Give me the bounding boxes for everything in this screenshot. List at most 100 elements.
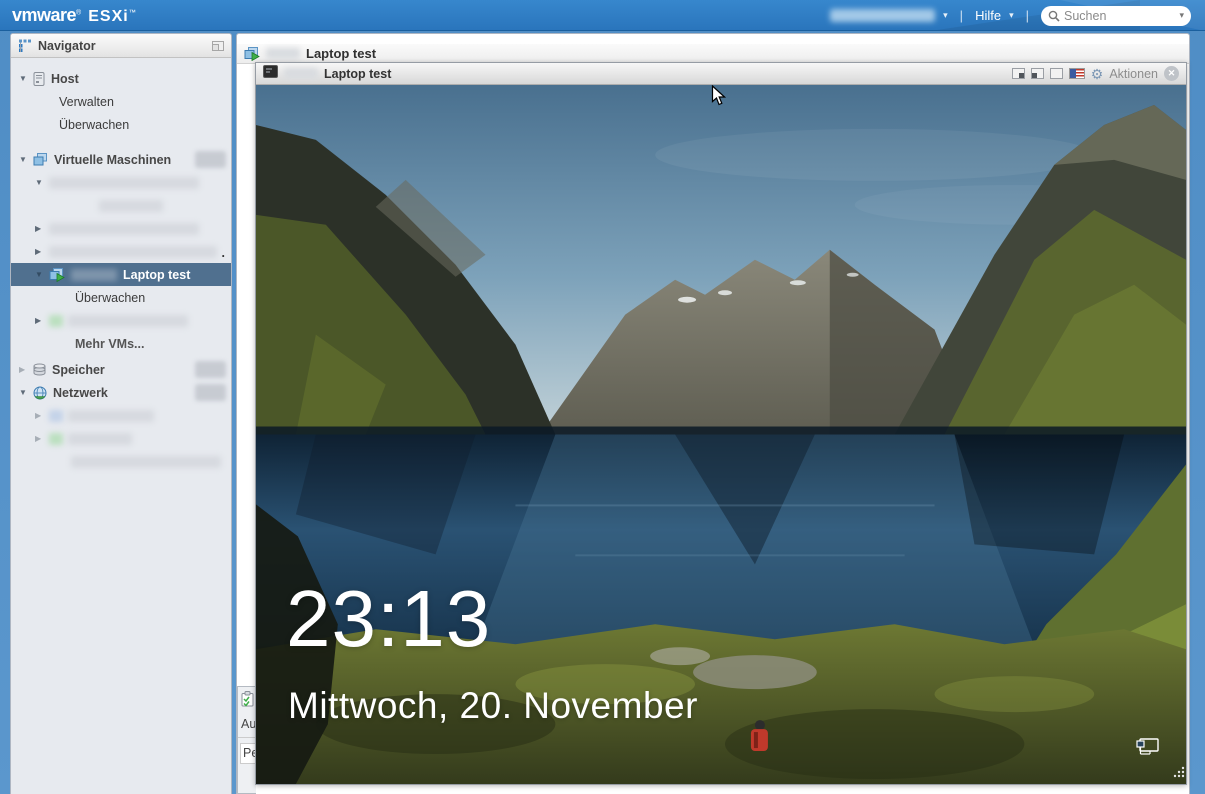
trademark-mark: ™ — [129, 10, 136, 17]
top-bar: vmware® ESXi™ ▾ | Hilfe ▾ | ▾ — [0, 0, 1205, 31]
tree-item-netzwerk[interactable]: ▼ Netzwerk — [11, 381, 231, 404]
vm-name-redacted — [49, 246, 217, 258]
network-icon-redacted — [49, 410, 63, 422]
tree-item-virtuelle-maschinen[interactable]: ▼ Virtuelle Maschinen — [11, 148, 231, 171]
expander-icon[interactable]: ▶ — [35, 224, 49, 233]
console-screen[interactable]: 23:13 Mittwoch, 20. November — [256, 85, 1186, 784]
tree-item-label: Verwalten — [59, 95, 114, 109]
vm-count-badge-redacted — [195, 151, 226, 168]
expander-icon[interactable]: ▼ — [19, 155, 33, 164]
host-icon — [33, 72, 45, 86]
tree-item-network-redacted[interactable]: ▶ — [11, 404, 231, 427]
navigator-title: Navigator — [38, 39, 206, 53]
tree-item-vm-redacted[interactable]: ▼ — [11, 171, 231, 194]
tree-item-label: Mehr VMs... — [75, 337, 144, 351]
storage-icon — [33, 363, 46, 376]
vmware-esxi-logo: vmware® ESXi™ — [12, 5, 136, 26]
tree-item-vm-redacted[interactable]: ▶ — [11, 309, 231, 332]
network-link-redacted — [71, 456, 221, 468]
lock-screen-time: 23:13 — [286, 579, 491, 659]
expander-icon[interactable]: ▶ — [19, 365, 33, 374]
keyboard-layout-flag-icon[interactable] — [1069, 68, 1085, 79]
tree-item-label: Überwachen — [59, 118, 129, 132]
expander-icon[interactable]: ▶ — [35, 411, 49, 420]
logo-vmware-text: vmware — [12, 5, 76, 25]
vms-icon — [33, 153, 48, 166]
resize-grip[interactable] — [1172, 765, 1186, 784]
tasks-icon — [241, 691, 254, 712]
search-icon — [1048, 10, 1060, 22]
network-name-redacted — [68, 410, 154, 422]
esxi-app: vmware® ESXi™ ▾ | Hilfe ▾ | ▾ — [0, 0, 1205, 794]
expander-icon[interactable]: ▼ — [35, 178, 49, 187]
topbar-controls: ▾ | Hilfe ▾ | ▾ — [830, 0, 1191, 31]
tree-item-mehr-vms[interactable]: Mehr VMs... — [11, 332, 231, 355]
vm-name-redacted — [49, 223, 199, 235]
tree-item-label: Laptop test — [123, 268, 190, 282]
expander-icon[interactable]: ▼ — [35, 270, 49, 279]
vm-console-window: Laptop test ⚙ Aktionen ✕ — [255, 62, 1187, 785]
expander-icon[interactable]: ▼ — [19, 388, 33, 397]
console-size-icon[interactable] — [1031, 68, 1044, 79]
lock-screen-date: Mittwoch, 20. November — [288, 685, 698, 727]
tree-item-host[interactable]: ▼ Host — [11, 67, 231, 90]
expander-icon[interactable]: ▶ — [35, 247, 49, 256]
logo-esxi-text: ESXi — [88, 8, 128, 25]
gear-icon[interactable]: ⚙ — [1091, 67, 1104, 81]
expander-icon[interactable]: ▶ — [35, 316, 49, 325]
help-menu[interactable]: Hilfe — [975, 8, 1001, 23]
registered-mark: ® — [76, 10, 81, 17]
search-input[interactable] — [1064, 9, 1175, 23]
console-screen-icon — [263, 65, 278, 83]
tree-item-vm-redacted[interactable]: ▶ — [11, 217, 231, 240]
expander-icon[interactable]: ▼ — [19, 74, 33, 83]
close-icon[interactable]: ✕ — [1164, 66, 1179, 81]
console-title-bar[interactable]: Laptop test ⚙ Aktionen ✕ — [256, 63, 1186, 85]
network-count-badge-redacted — [195, 384, 226, 401]
vm-name-trailing-dot: . — [222, 246, 225, 260]
tasks-clipped-tab[interactable]: Pe — [240, 743, 256, 764]
vm-name-prefix-redacted — [266, 48, 300, 59]
vm-icon-redacted — [49, 315, 63, 327]
tree-item-network-more-redacted[interactable] — [11, 450, 231, 473]
tree-item-vm-redacted[interactable]: ▶ . — [11, 240, 231, 263]
separator: | — [1026, 8, 1029, 23]
vm-running-icon — [244, 47, 260, 61]
help-menu-caret-icon[interactable]: ▾ — [1009, 10, 1014, 21]
tree-item-vm-ueberwachen[interactable]: Überwachen — [11, 286, 231, 309]
lock-screen-wallpaper — [256, 85, 1186, 784]
console-size-icon[interactable] — [1012, 68, 1025, 79]
page-header: Laptop test — [237, 44, 1189, 64]
tree-item-label: Virtuelle Maschinen — [54, 153, 171, 167]
tree-item-label: Speicher — [52, 363, 105, 377]
navigator-panel: Navigator ▼ Host Verwalten — [10, 33, 232, 794]
network-name-redacted — [68, 433, 132, 445]
search-box[interactable]: ▾ — [1041, 6, 1191, 26]
tasks-clipped-text: Au — [241, 717, 256, 731]
vm-name-redacted — [49, 177, 199, 189]
tree-item-label: Überwachen — [75, 291, 145, 305]
search-caret-icon[interactable]: ▾ — [1179, 10, 1184, 21]
vm-name-prefix-redacted — [71, 269, 117, 281]
network-icon-redacted — [49, 433, 63, 445]
storage-count-badge-redacted — [195, 361, 226, 378]
navigator-header: Navigator — [11, 34, 231, 58]
mouse-cursor — [711, 85, 726, 112]
network-status-icon — [1134, 737, 1160, 764]
tree-item-host-verwalten[interactable]: Verwalten — [11, 90, 231, 113]
tree-item-network-redacted[interactable]: ▶ — [11, 427, 231, 450]
tree-item-laptop-test-selected[interactable]: ▼ Laptop test — [11, 263, 231, 286]
console-size-icon[interactable] — [1050, 68, 1063, 79]
actions-menu[interactable]: Aktionen — [1109, 67, 1158, 81]
panel-dock-icon[interactable] — [212, 41, 224, 51]
username-redacted[interactable] — [830, 9, 935, 22]
expander-icon[interactable]: ▶ — [35, 434, 49, 443]
tree-item-host-ueberwachen[interactable]: Überwachen — [11, 113, 231, 136]
tasks-panel-sliver: Au Pe — [237, 686, 256, 794]
navigator-tree: ▼ Host Verwalten Überwachen ▼ — [11, 58, 231, 473]
user-menu-caret-icon[interactable]: ▾ — [943, 10, 948, 21]
network-globe-icon — [33, 386, 47, 400]
tree-item-vm-child-redacted[interactable] — [11, 194, 231, 217]
tree-item-speicher[interactable]: ▶ Speicher — [11, 358, 231, 381]
divider — [238, 737, 256, 738]
